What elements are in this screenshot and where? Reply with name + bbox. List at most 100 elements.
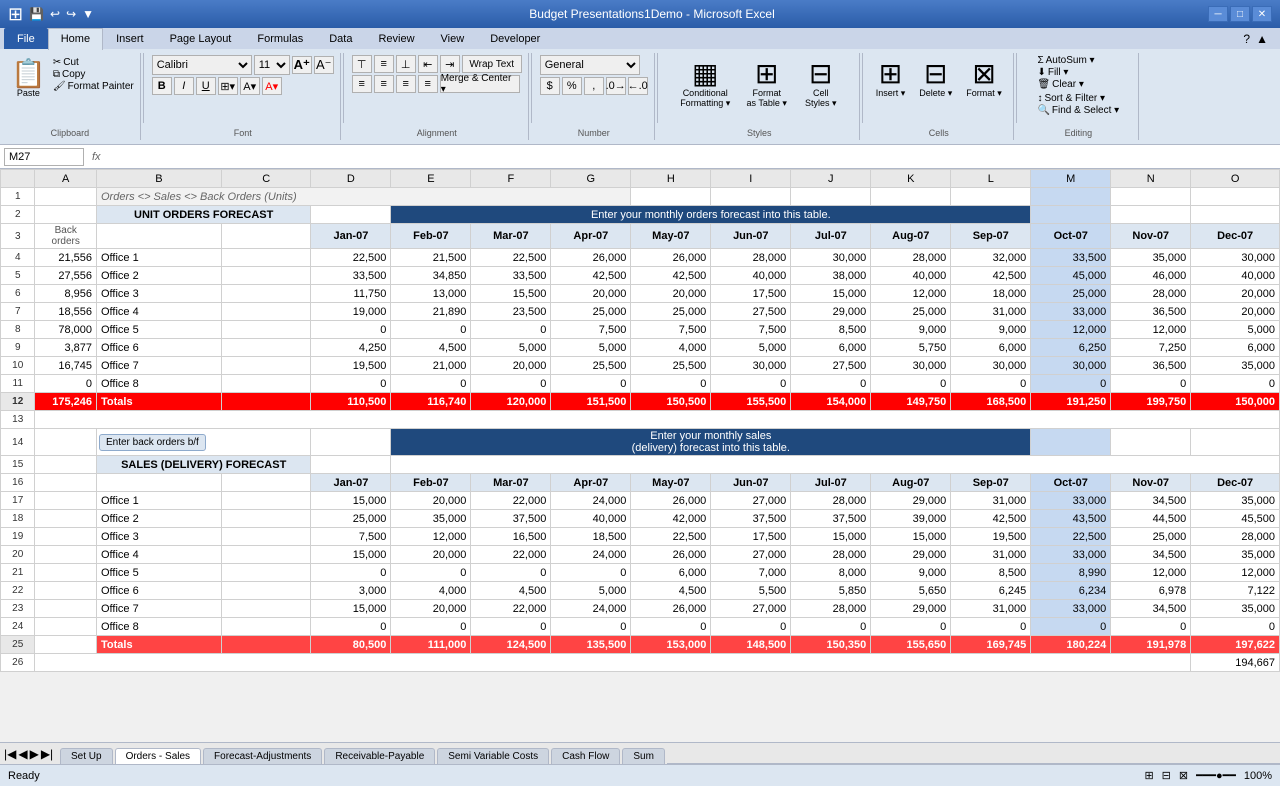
col-header-g[interactable]: G bbox=[551, 170, 631, 188]
cell-n5[interactable]: 46,000 bbox=[1111, 267, 1191, 285]
sheet-nav-next[interactable]: ▶ bbox=[30, 747, 39, 761]
cell-m6[interactable]: 25,000 bbox=[1031, 285, 1111, 303]
cell-g8[interactable]: 7,500 bbox=[551, 321, 631, 339]
cell-c7[interactable] bbox=[221, 303, 310, 321]
cell-j7[interactable]: 29,000 bbox=[791, 303, 871, 321]
cell-e7[interactable]: 21,890 bbox=[391, 303, 471, 321]
cell-m19[interactable]: 22,500 bbox=[1031, 528, 1111, 546]
cell-h5[interactable]: 42,500 bbox=[631, 267, 711, 285]
cell-o17[interactable]: 35,000 bbox=[1191, 492, 1280, 510]
cell-d6[interactable]: 11,750 bbox=[311, 285, 391, 303]
save-btn[interactable]: 💾 bbox=[27, 6, 46, 22]
cell-l17[interactable]: 31,000 bbox=[951, 492, 1031, 510]
cell-f10[interactable]: 20,000 bbox=[471, 357, 551, 375]
cell-h10[interactable]: 25,500 bbox=[631, 357, 711, 375]
cell-c9[interactable] bbox=[221, 339, 310, 357]
cell-j23[interactable]: 28,000 bbox=[791, 600, 871, 618]
cell-f12[interactable]: 120,000 bbox=[471, 393, 551, 411]
cell-n4[interactable]: 35,000 bbox=[1111, 249, 1191, 267]
tab-receivable-payable[interactable]: Receivable-Payable bbox=[324, 748, 435, 764]
help-icon[interactable]: ? bbox=[1243, 32, 1250, 46]
cell-b7[interactable]: Office 4 bbox=[96, 303, 221, 321]
cell-o22[interactable]: 7,122 bbox=[1191, 582, 1280, 600]
cell-l5[interactable]: 42,500 bbox=[951, 267, 1031, 285]
cell-g21[interactable]: 0 bbox=[551, 564, 631, 582]
cell-m20[interactable]: 33,000 bbox=[1031, 546, 1111, 564]
cell-g22[interactable]: 5,000 bbox=[551, 582, 631, 600]
cell-k17[interactable]: 29,000 bbox=[871, 492, 951, 510]
cell-a10[interactable]: 16,745 bbox=[35, 357, 97, 375]
cell-n17[interactable]: 34,500 bbox=[1111, 492, 1191, 510]
cell-a19[interactable] bbox=[35, 528, 97, 546]
cell-h7[interactable]: 25,000 bbox=[631, 303, 711, 321]
increase-font-btn[interactable]: A⁺ bbox=[292, 56, 312, 74]
cell-h17[interactable]: 26,000 bbox=[631, 492, 711, 510]
cell-o8[interactable]: 5,000 bbox=[1191, 321, 1280, 339]
cell-i25[interactable]: 148,500 bbox=[711, 636, 791, 654]
cell-a12[interactable]: 175,246 bbox=[35, 393, 97, 411]
cell-e10[interactable]: 21,000 bbox=[391, 357, 471, 375]
cell-n24[interactable]: 0 bbox=[1111, 618, 1191, 636]
cell-c24[interactable] bbox=[221, 618, 310, 636]
cell-l20[interactable]: 31,000 bbox=[951, 546, 1031, 564]
cell-e8[interactable]: 0 bbox=[391, 321, 471, 339]
col-header-j[interactable]: J bbox=[791, 170, 871, 188]
cell-e5[interactable]: 34,850 bbox=[391, 267, 471, 285]
cell-o10[interactable]: 35,000 bbox=[1191, 357, 1280, 375]
cell-k7[interactable]: 25,000 bbox=[871, 303, 951, 321]
cell-n23[interactable]: 34,500 bbox=[1111, 600, 1191, 618]
cell-f24[interactable]: 0 bbox=[471, 618, 551, 636]
undo-btn[interactable]: ↩ bbox=[48, 6, 62, 22]
cell-b2[interactable]: UNIT ORDERS FORECAST bbox=[96, 206, 310, 224]
cell-d20[interactable]: 15,000 bbox=[311, 546, 391, 564]
insert-button[interactable]: ⊞ Insert ▾ bbox=[871, 55, 911, 104]
cell-m1[interactable] bbox=[1031, 188, 1111, 206]
cell-i18[interactable]: 37,500 bbox=[711, 510, 791, 528]
cell-g4[interactable]: 26,000 bbox=[551, 249, 631, 267]
minimize-btn[interactable]: ─ bbox=[1208, 6, 1228, 22]
cell-e21[interactable]: 0 bbox=[391, 564, 471, 582]
cell-n19[interactable]: 25,000 bbox=[1111, 528, 1191, 546]
cell-a7[interactable]: 18,556 bbox=[35, 303, 97, 321]
align-middle-btn[interactable]: ≡ bbox=[374, 55, 394, 73]
col-header-e[interactable]: E bbox=[391, 170, 471, 188]
tab-formulas[interactable]: Formulas bbox=[244, 28, 316, 49]
cell-j18[interactable]: 37,500 bbox=[791, 510, 871, 528]
cell-a5[interactable]: 27,556 bbox=[35, 267, 97, 285]
cell-j10[interactable]: 27,500 bbox=[791, 357, 871, 375]
cell-m24[interactable]: 0 bbox=[1031, 618, 1111, 636]
comma-btn[interactable]: , bbox=[584, 77, 604, 95]
cell-f7[interactable]: 23,500 bbox=[471, 303, 551, 321]
view-page-break-icon[interactable]: ⊠ bbox=[1179, 769, 1188, 782]
cell-e9[interactable]: 4,500 bbox=[391, 339, 471, 357]
cell-m23[interactable]: 33,000 bbox=[1031, 600, 1111, 618]
cell-b9[interactable]: Office 6 bbox=[96, 339, 221, 357]
zoom-slider[interactable]: ━━━●━━ bbox=[1196, 769, 1236, 782]
cell-n12[interactable]: 199,750 bbox=[1111, 393, 1191, 411]
cell-o5[interactable]: 40,000 bbox=[1191, 267, 1280, 285]
cell-e20[interactable]: 20,000 bbox=[391, 546, 471, 564]
cell-g18[interactable]: 40,000 bbox=[551, 510, 631, 528]
cell-l4[interactable]: 32,000 bbox=[951, 249, 1031, 267]
decrease-font-btn[interactable]: A⁻ bbox=[314, 56, 334, 74]
cell-b22[interactable]: Office 6 bbox=[96, 582, 221, 600]
cell-i20[interactable]: 27,000 bbox=[711, 546, 791, 564]
wrap-text-btn[interactable]: Wrap Text bbox=[462, 55, 522, 73]
cell-j17[interactable]: 28,000 bbox=[791, 492, 871, 510]
col-header-h[interactable]: H bbox=[631, 170, 711, 188]
cut-button[interactable]: ✂ Cut bbox=[53, 57, 134, 68]
cell-n21[interactable]: 12,000 bbox=[1111, 564, 1191, 582]
cell-c22[interactable] bbox=[221, 582, 310, 600]
col-header-i[interactable]: I bbox=[711, 170, 791, 188]
cell-e23[interactable]: 20,000 bbox=[391, 600, 471, 618]
cell-m3[interactable]: Oct-07 bbox=[1031, 224, 1111, 249]
enter-back-orders-button[interactable]: Enter back orders b/f bbox=[99, 434, 206, 451]
cell-a18[interactable] bbox=[35, 510, 97, 528]
cell-a6[interactable]: 8,956 bbox=[35, 285, 97, 303]
copy-button[interactable]: ⧉ Copy bbox=[53, 69, 134, 80]
cell-d22[interactable]: 3,000 bbox=[311, 582, 391, 600]
cell-l22[interactable]: 6,245 bbox=[951, 582, 1031, 600]
cell-i24[interactable]: 0 bbox=[711, 618, 791, 636]
cell-h8[interactable]: 7,500 bbox=[631, 321, 711, 339]
tab-home[interactable]: Home bbox=[48, 28, 103, 50]
